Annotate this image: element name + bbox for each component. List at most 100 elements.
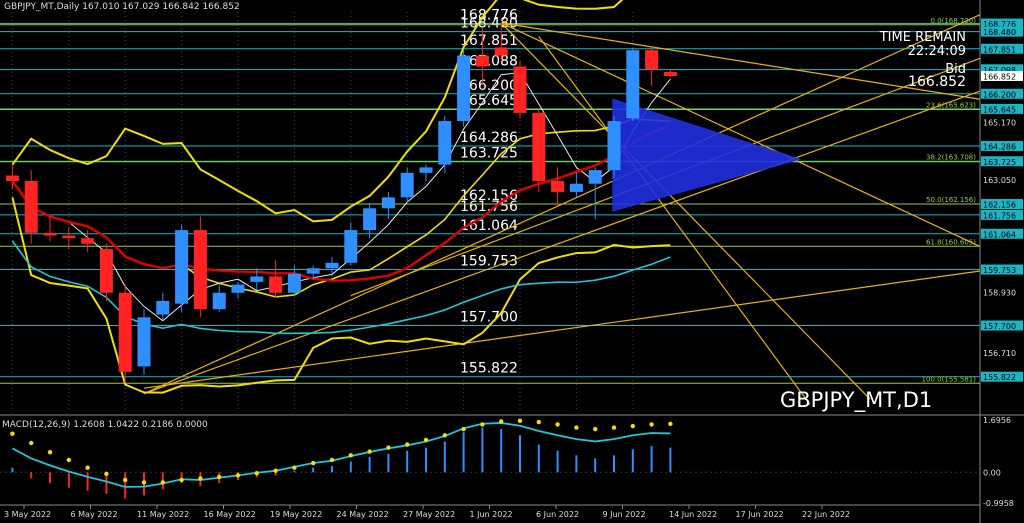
price-tick: 165.170 bbox=[983, 118, 1016, 127]
time-label: 9 Jun 2022 bbox=[603, 510, 646, 519]
price-tag: 166.200 bbox=[983, 90, 1016, 99]
candle-body bbox=[419, 167, 433, 173]
macd-axis-tick: -0.9958 bbox=[983, 499, 1014, 508]
macd-line bbox=[11, 422, 671, 488]
time-label: 3 May 2022 bbox=[4, 510, 51, 519]
macd-signal-dot bbox=[292, 465, 297, 470]
candle-body bbox=[645, 50, 659, 70]
macd-signal-dot bbox=[480, 422, 485, 427]
macd-signal-dot bbox=[423, 437, 429, 443]
time-label: 16 May 2022 bbox=[204, 510, 256, 519]
time-label: 11 May 2022 bbox=[137, 510, 189, 519]
candle-body bbox=[607, 121, 621, 171]
time-label: 1 Jun 2022 bbox=[470, 510, 513, 519]
macd-signal-dot bbox=[499, 419, 504, 424]
candle-body bbox=[532, 112, 546, 182]
macd-signal-dot bbox=[10, 431, 15, 436]
candle-body bbox=[475, 55, 489, 67]
candle-body bbox=[62, 235, 76, 239]
level-label: 155.822 bbox=[460, 361, 518, 377]
macd-signal-dot bbox=[668, 421, 673, 427]
candle-body bbox=[193, 230, 207, 310]
level-label: 164.286 bbox=[460, 130, 518, 146]
macd-signal-dot bbox=[348, 453, 353, 458]
candle-body bbox=[137, 317, 151, 367]
macd-signal-dot bbox=[29, 440, 34, 446]
macd-signal-dot bbox=[611, 425, 617, 430]
price-tag: 155.822 bbox=[983, 373, 1016, 382]
candle-body bbox=[212, 292, 226, 310]
macd-signal-dot bbox=[311, 460, 316, 466]
macd-signal-dot bbox=[273, 468, 278, 473]
macd-signal-dot bbox=[517, 418, 523, 423]
candle-body bbox=[81, 238, 95, 244]
candle-body bbox=[99, 249, 113, 293]
time-label: 24 May 2022 bbox=[337, 510, 389, 519]
price-tag: 157.700 bbox=[983, 322, 1016, 331]
price-tag: 161.064 bbox=[983, 230, 1016, 239]
candle-body bbox=[287, 273, 301, 293]
candle-body bbox=[306, 268, 320, 274]
macd-axis-tick: 1.6956 bbox=[983, 416, 1011, 425]
time-label: 22 Jun 2022 bbox=[802, 510, 850, 519]
candle-body bbox=[269, 276, 283, 293]
candle-body bbox=[250, 276, 264, 282]
macd-signal-dot bbox=[386, 445, 391, 450]
macd-signal-dot bbox=[254, 471, 259, 476]
macd-signal-dot bbox=[217, 474, 222, 480]
price-tag: 167.851 bbox=[983, 45, 1016, 54]
price-tag: 168.480 bbox=[983, 28, 1016, 37]
candle-body bbox=[626, 50, 640, 119]
macd-signal-dot bbox=[461, 426, 466, 432]
candle-body bbox=[231, 284, 245, 293]
macd-signal-dot bbox=[179, 477, 184, 483]
fib-label: 38.2(163.708) bbox=[926, 154, 976, 162]
chart-title: GBPJPY_MT,Daily 167.010 167.029 166.842 … bbox=[4, 2, 240, 12]
macd-signal-dot bbox=[160, 480, 165, 485]
chart-canvas[interactable]: 168.776168.480167.851167.088166.200165.6… bbox=[0, 0, 1024, 523]
macd-signal-dot bbox=[593, 426, 598, 432]
candle-body bbox=[513, 66, 527, 113]
bid-tag: 166.852 bbox=[983, 73, 1016, 82]
price-tick: 156.710 bbox=[983, 349, 1016, 358]
fib-label: 50.0(162.156) bbox=[926, 196, 976, 204]
candle-body bbox=[363, 208, 377, 231]
time-remain-label: TIME REMAIN bbox=[879, 30, 966, 45]
macd-signal-dot bbox=[574, 425, 579, 430]
candle-body bbox=[156, 300, 170, 315]
candle-body bbox=[400, 172, 414, 198]
macd-signal-dot bbox=[66, 457, 72, 463]
time-label: 14 Jun 2022 bbox=[669, 510, 717, 519]
macd-signal-dot bbox=[47, 450, 53, 455]
price-tag: 165.645 bbox=[983, 105, 1016, 114]
macd-signal-dot bbox=[555, 422, 560, 427]
macd-signal-dot bbox=[329, 457, 335, 463]
time-label: 6 May 2022 bbox=[71, 510, 118, 519]
fib-label: 61.8(160.605) bbox=[926, 238, 976, 246]
macd-signal-dot bbox=[367, 449, 372, 454]
candle-body bbox=[43, 232, 57, 236]
candle-body bbox=[118, 292, 132, 372]
candle-body bbox=[344, 230, 358, 263]
time-label: 17 Jun 2022 bbox=[736, 510, 784, 519]
candle-body bbox=[569, 183, 583, 192]
macd-signal-dot bbox=[85, 465, 90, 470]
candle-body bbox=[438, 121, 452, 165]
candle-body bbox=[663, 71, 677, 77]
macd-signal-dot bbox=[442, 433, 447, 438]
level-label: 157.700 bbox=[460, 309, 518, 325]
symbol-watermark: GBPJPY_MT,D1 bbox=[780, 388, 933, 412]
bid-value: 166.852 bbox=[908, 74, 966, 90]
macd-signal-dot bbox=[123, 477, 128, 483]
price-tick: 163.050 bbox=[983, 176, 1016, 185]
time-label: 19 May 2022 bbox=[270, 510, 322, 519]
candle-body bbox=[175, 230, 189, 304]
price-tag: 163.725 bbox=[983, 158, 1016, 167]
macd-axis-tick: 0.00 bbox=[983, 468, 1001, 477]
time-remain-value: 22:24:09 bbox=[907, 44, 966, 59]
macd-signal-dot bbox=[630, 423, 635, 429]
candle-body bbox=[457, 55, 471, 122]
macd-signal-dot bbox=[104, 471, 109, 477]
macd-signal-dot bbox=[536, 419, 541, 425]
time-label: 6 Jun 2022 bbox=[536, 510, 579, 519]
